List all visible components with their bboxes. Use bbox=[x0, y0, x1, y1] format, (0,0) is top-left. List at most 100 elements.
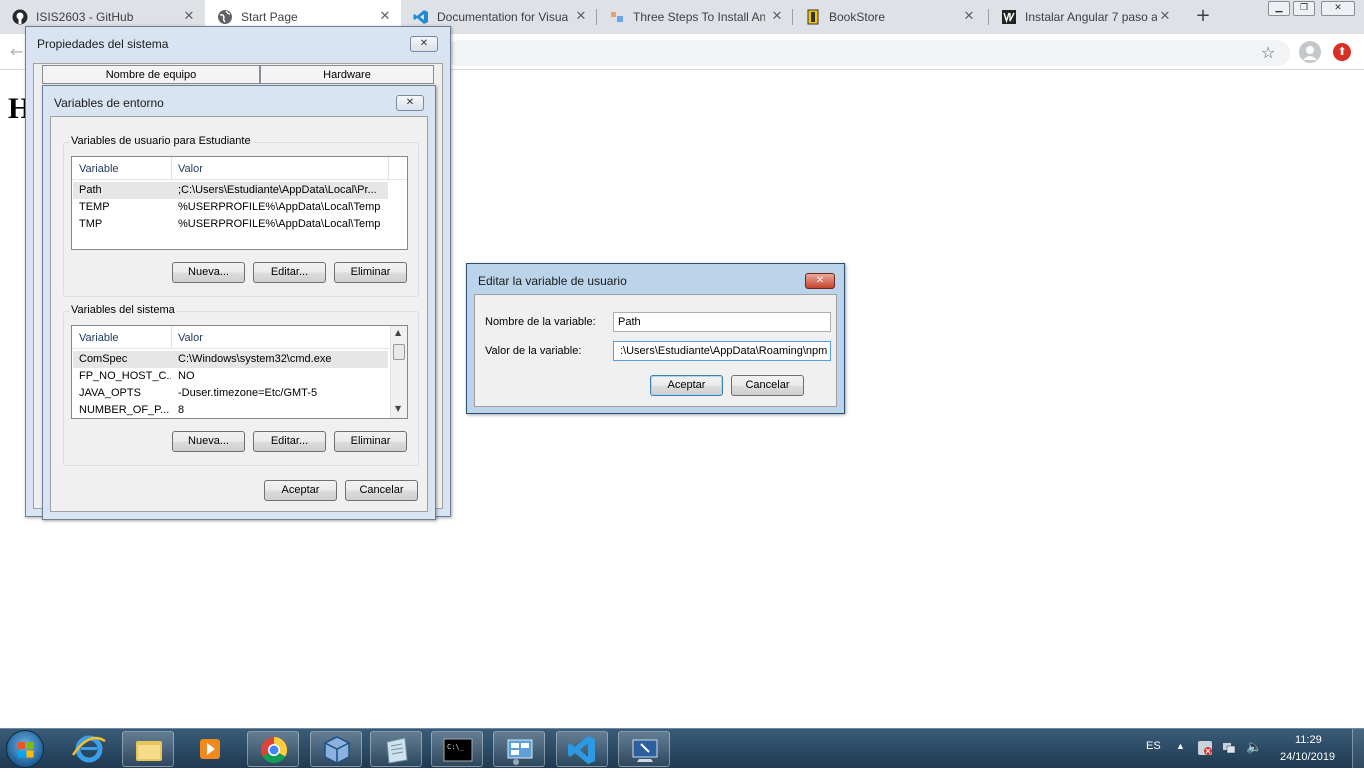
column-header-variable[interactable]: Variable bbox=[79, 332, 119, 344]
close-icon[interactable]: ✕ bbox=[769, 9, 785, 25]
column-header-value[interactable]: Valor bbox=[178, 163, 203, 175]
close-icon[interactable]: ✕ bbox=[181, 9, 197, 25]
system-delete-button[interactable]: Eliminar bbox=[334, 431, 407, 452]
close-icon[interactable]: ✕ bbox=[410, 36, 438, 52]
profile-avatar-icon[interactable] bbox=[1299, 41, 1321, 63]
globe-icon bbox=[217, 9, 233, 25]
variable-value-label: Valor de la variable: bbox=[485, 345, 582, 357]
environment-variables-panel: Variables de usuario para Estudiante Var… bbox=[50, 116, 428, 512]
media-player-icon[interactable] bbox=[184, 731, 236, 767]
vscode-icon bbox=[413, 9, 429, 25]
update-arrow-icon[interactable]: ⬆ bbox=[1333, 43, 1351, 61]
network-icon[interactable] bbox=[1222, 741, 1236, 755]
windows-logo-icon bbox=[18, 742, 34, 758]
list-header: Variable Valor bbox=[72, 157, 407, 180]
back-arrow-icon[interactable]: ← bbox=[10, 42, 23, 61]
dialog-title: Propiedades del sistema bbox=[37, 37, 169, 51]
notepad-icon[interactable] bbox=[370, 731, 422, 767]
tab-nombre-de-equipo[interactable]: Nombre de equipo bbox=[42, 65, 260, 84]
tab-hardware[interactable]: Hardware bbox=[260, 65, 434, 84]
tab-title: Instalar Angular 7 paso a bbox=[1025, 10, 1157, 24]
ok-button[interactable]: Aceptar bbox=[264, 480, 337, 501]
edit-user-variable-dialog: Editar la variable de usuario ✕ Nombre d… bbox=[466, 263, 845, 414]
system-variables-label: Variables del sistema bbox=[69, 304, 177, 316]
variable-name-input[interactable]: Path bbox=[613, 312, 831, 332]
action-center-icon[interactable] bbox=[1198, 741, 1212, 755]
control-panel-icon[interactable] bbox=[493, 731, 545, 767]
volume-icon[interactable]: 🔈 bbox=[1246, 739, 1262, 755]
internet-explorer-icon[interactable] bbox=[63, 731, 115, 767]
svg-text:C:\_: C:\_ bbox=[447, 743, 465, 751]
start-button[interactable] bbox=[6, 730, 44, 768]
cell-value: ;C:\Users\Estudiante\AppData\Local\Pr... bbox=[178, 184, 377, 196]
tab-title: Start Page bbox=[241, 10, 298, 24]
edit-variable-panel: Nombre de la variable: Path Valor de la … bbox=[474, 294, 837, 407]
star-icon[interactable]: ☆ bbox=[1261, 43, 1275, 62]
close-icon[interactable]: ✕ bbox=[377, 9, 393, 25]
scrollbar-thumb[interactable] bbox=[393, 344, 405, 360]
table-row[interactable]: TMP %USERPROFILE%\AppData\Local\Temp bbox=[73, 216, 388, 233]
system-properties-taskbar-icon[interactable] bbox=[618, 731, 670, 767]
scroll-down-icon[interactable]: ▼ bbox=[395, 404, 401, 413]
new-tab-button[interactable]: + bbox=[1192, 5, 1214, 27]
tab-title: Documentation for Visua bbox=[437, 10, 569, 24]
close-icon[interactable]: ✕ bbox=[573, 9, 589, 25]
close-icon[interactable]: ✕ bbox=[1157, 9, 1173, 25]
user-new-button[interactable]: Nueva... bbox=[172, 262, 245, 283]
clock-date[interactable]: 24/10/2019 bbox=[1280, 751, 1335, 763]
show-hidden-icons-icon[interactable]: ▲ bbox=[1176, 741, 1185, 751]
show-desktop-button[interactable] bbox=[1352, 729, 1364, 769]
table-row[interactable]: JAVA_OPTS -Duser.timezone=Etc/GMT-5 bbox=[73, 385, 388, 402]
environment-variables-dialog: Variables de entorno ✕ Variables de usua… bbox=[42, 85, 436, 520]
user-variables-label: Variables de usuario para Estudiante bbox=[69, 135, 253, 147]
language-indicator[interactable]: ES bbox=[1146, 740, 1161, 752]
cell-value: %USERPROFILE%\AppData\Local\Temp bbox=[178, 218, 381, 230]
system-new-button[interactable]: Nueva... bbox=[172, 431, 245, 452]
table-row[interactable]: FP_NO_HOST_C... NO bbox=[73, 368, 388, 385]
tab-bookstore[interactable]: BookStore ✕ bbox=[793, 0, 989, 34]
vscode-icon[interactable] bbox=[556, 731, 608, 767]
table-row-selected[interactable]: ComSpec C:\Windows\system32\cmd.exe bbox=[73, 351, 388, 368]
close-window-button[interactable]: ✕ bbox=[1321, 1, 1355, 16]
cell-variable: JAVA_OPTS bbox=[79, 387, 141, 399]
system-edit-button[interactable]: Editar... bbox=[253, 431, 326, 452]
ok-button[interactable]: Aceptar bbox=[650, 375, 723, 396]
close-icon[interactable]: ✕ bbox=[805, 273, 835, 289]
restore-button[interactable]: ❐ bbox=[1293, 1, 1315, 16]
column-header-variable[interactable]: Variable bbox=[79, 163, 119, 175]
dialog-title: Editar la variable de usuario bbox=[478, 274, 627, 288]
scroll-up-icon[interactable]: ▲ bbox=[395, 328, 401, 337]
close-icon[interactable]: ✕ bbox=[961, 9, 977, 25]
command-prompt-icon[interactable]: C:\_ bbox=[431, 731, 483, 767]
virtualbox-icon[interactable] bbox=[310, 731, 362, 767]
bookstore-icon bbox=[805, 9, 821, 25]
tab-install-angular[interactable]: Three Steps To Install An ✕ bbox=[597, 0, 793, 34]
file-explorer-icon[interactable] bbox=[122, 731, 174, 767]
table-row-selected[interactable]: Path ;C:\Users\Estudiante\AppData\Local\… bbox=[73, 182, 388, 199]
system-variables-list[interactable]: Variable Valor ComSpec C:\Windows\system… bbox=[71, 325, 408, 419]
vertical-scrollbar[interactable]: ▲ ▼ bbox=[390, 326, 407, 418]
column-header-value[interactable]: Valor bbox=[178, 332, 203, 344]
variable-value-input[interactable]: :\Users\Estudiante\AppData\Roaming\npm bbox=[613, 341, 831, 361]
user-variables-list[interactable]: Variable Valor Path ;C:\Users\Estudiante… bbox=[71, 156, 408, 250]
table-row[interactable]: NUMBER_OF_P... 8 bbox=[73, 402, 388, 418]
cancel-button[interactable]: Cancelar bbox=[731, 375, 804, 396]
user-edit-button[interactable]: Editar... bbox=[253, 262, 326, 283]
tab-title: BookStore bbox=[829, 10, 886, 24]
cancel-button[interactable]: Cancelar bbox=[345, 480, 418, 501]
cell-variable: TMP bbox=[79, 218, 103, 230]
close-icon[interactable]: ✕ bbox=[396, 95, 424, 111]
table-row[interactable]: TEMP %USERPROFILE%\AppData\Local\Temp bbox=[73, 199, 388, 216]
tab-title: ISIS2603 - GitHub bbox=[36, 10, 134, 24]
minimize-button[interactable]: ▁ bbox=[1268, 1, 1290, 16]
chrome-icon[interactable] bbox=[247, 731, 299, 767]
user-delete-button[interactable]: Eliminar bbox=[334, 262, 407, 283]
cell-variable: NUMBER_OF_P... bbox=[79, 404, 170, 416]
address-bar[interactable] bbox=[446, 40, 1290, 66]
tab-instalar-angular[interactable]: Instalar Angular 7 paso a ✕ bbox=[989, 0, 1185, 34]
tab-title: Three Steps To Install An bbox=[633, 10, 765, 24]
clock-time[interactable]: 11:29 bbox=[1295, 734, 1322, 746]
github-icon bbox=[12, 9, 28, 25]
cell-value: -Duser.timezone=Etc/GMT-5 bbox=[178, 387, 318, 399]
cell-value: NO bbox=[178, 370, 195, 382]
